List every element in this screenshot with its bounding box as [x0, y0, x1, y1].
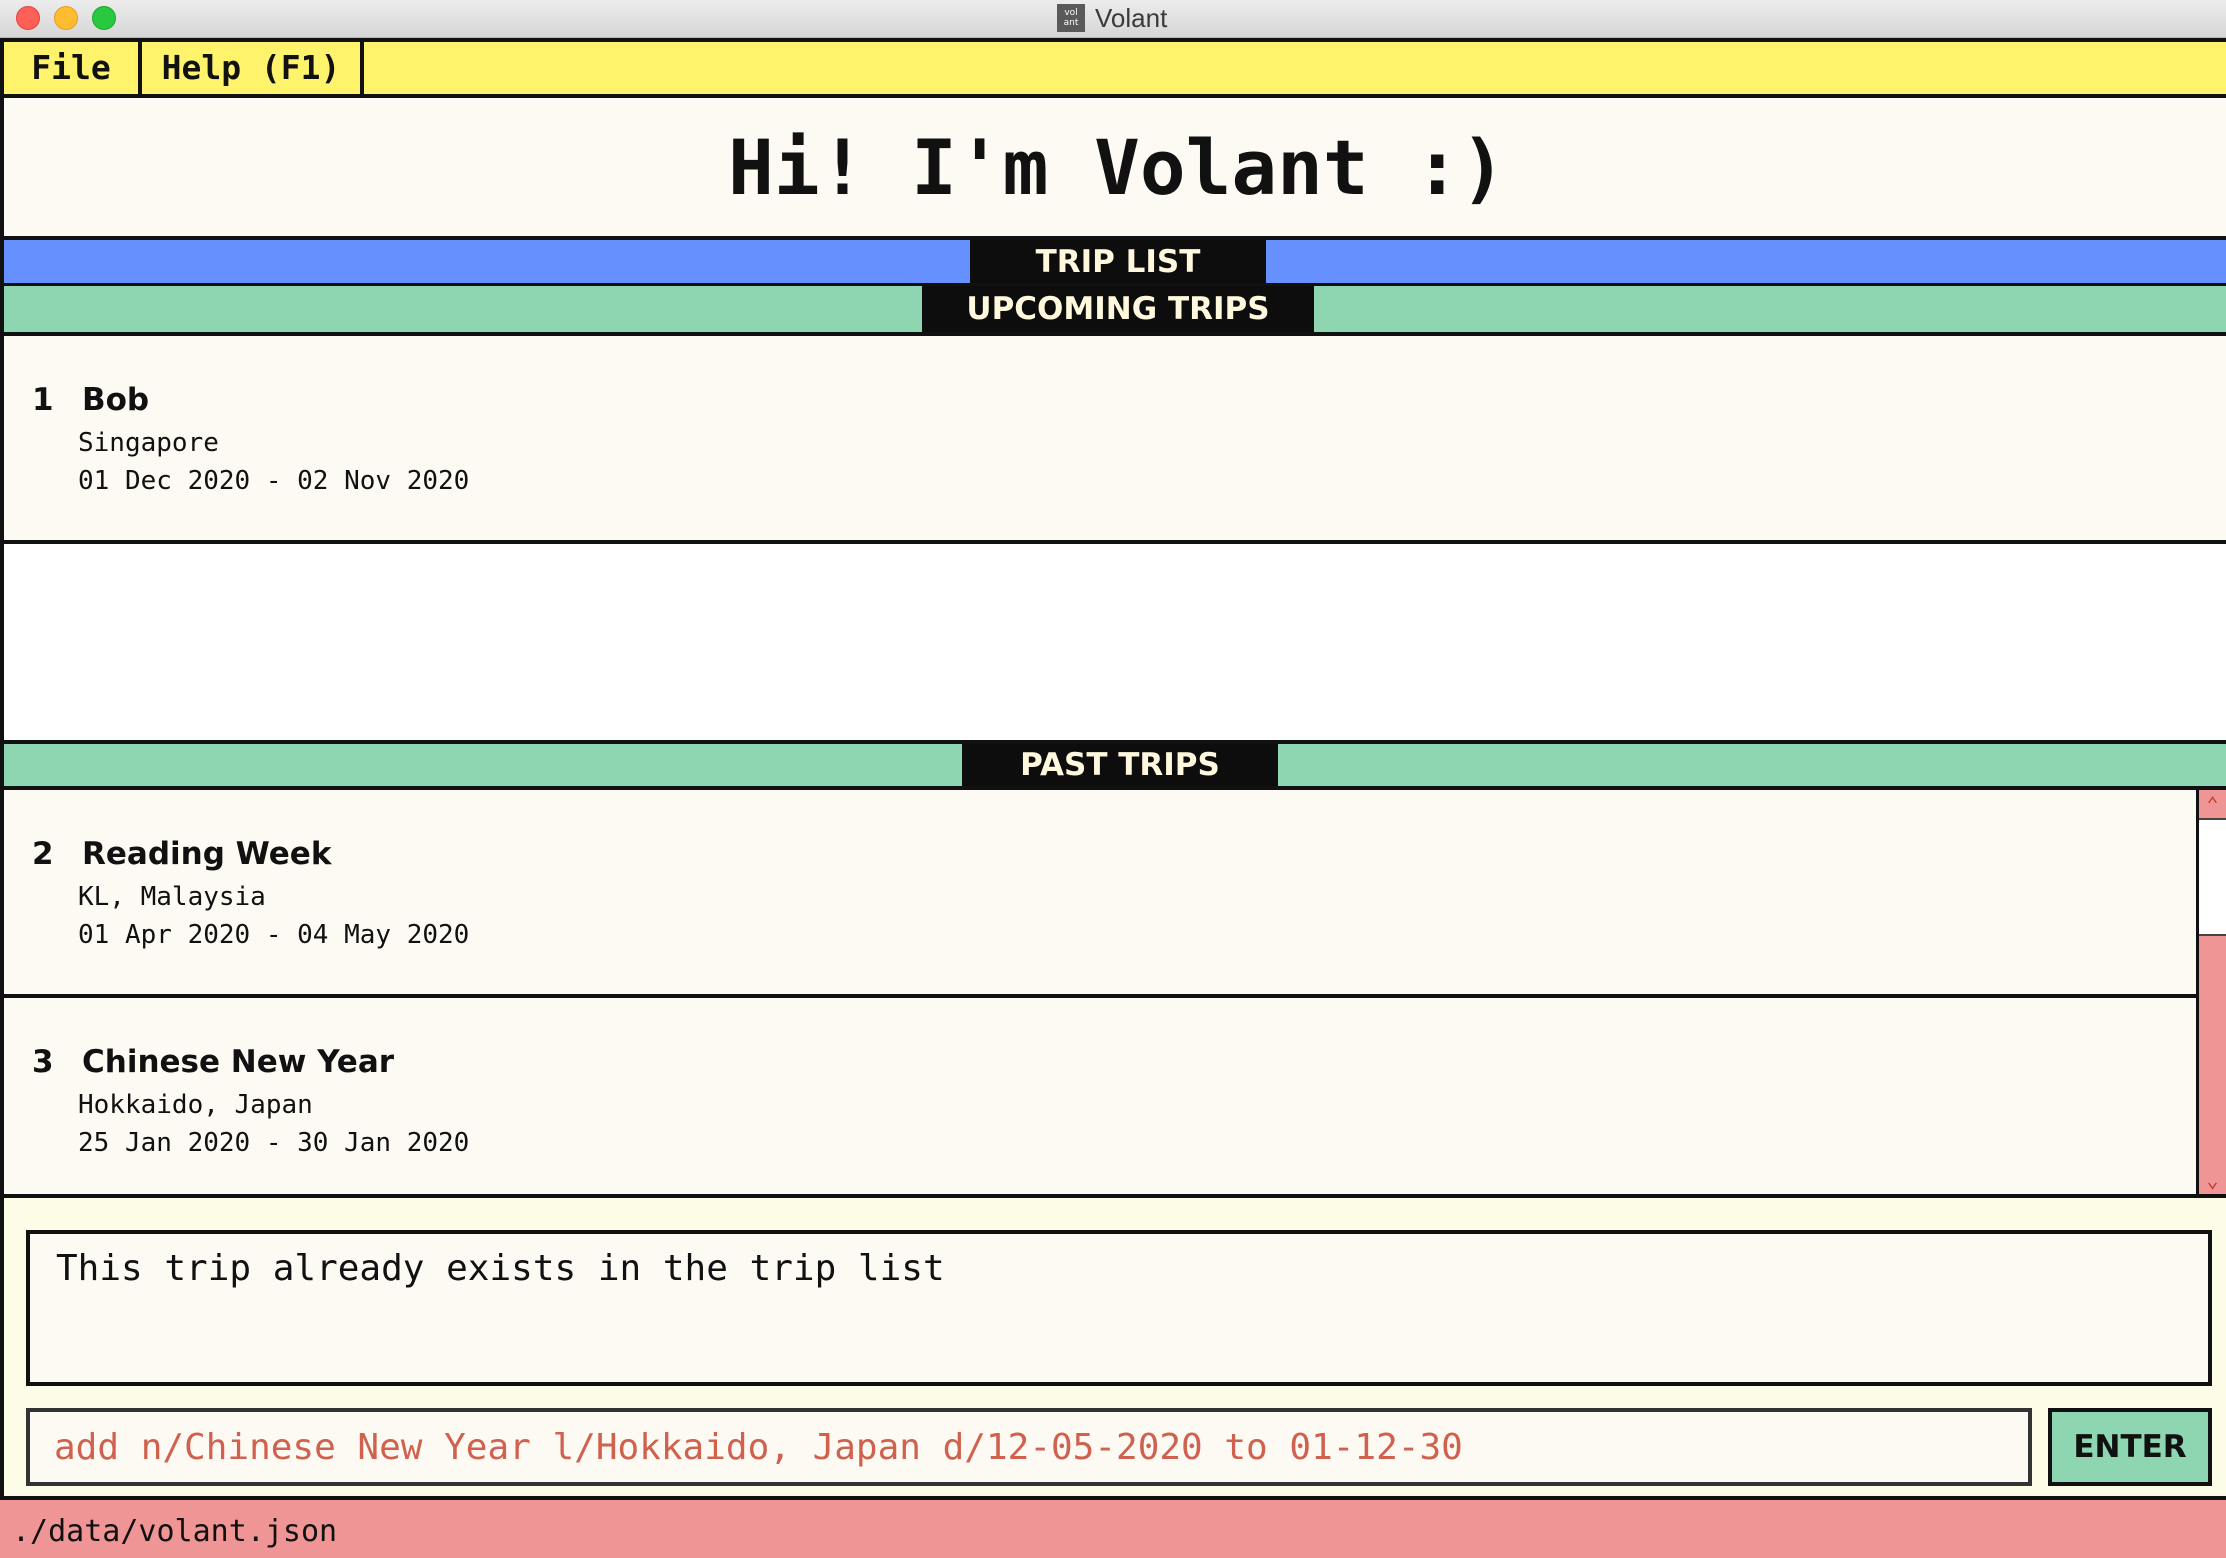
past-trips-scrollbar[interactable]: ⌃ ⌄ [2196, 790, 2226, 1194]
trip-dates: 25 Jan 2020 - 30 Jan 2020 [78, 1128, 470, 1158]
trip-index: 3 [32, 1044, 54, 1080]
upcoming-trips-list[interactable]: 1 Bob Singapore 01 Dec 2020 - 02 Nov 202… [0, 336, 2226, 740]
greeting-heading: Hi! I'm Volant :) [728, 123, 1506, 212]
minimize-window-button[interactable] [54, 6, 78, 30]
data-file-path: ./data/volant.json [12, 1514, 338, 1549]
close-window-button[interactable] [16, 6, 40, 30]
menu-help[interactable]: Help (F1) [142, 42, 364, 94]
result-message: This trip already exists in the trip lis… [56, 1248, 945, 1289]
window-titlebar: vol ant Volant [0, 0, 2226, 38]
app-icon: vol ant [1057, 4, 1085, 32]
past-trips-header: PAST TRIPS [0, 740, 2226, 790]
command-input[interactable] [26, 1408, 2032, 1486]
scroll-down-arrow-icon[interactable]: ⌄ [2199, 1166, 2226, 1194]
scroll-up-arrow-icon[interactable]: ⌃ [2199, 790, 2226, 818]
upcoming-trips-header: UPCOMING TRIPS [0, 286, 2226, 336]
scrollbar-thumb[interactable] [2199, 818, 2226, 936]
trip-card[interactable]: 2 Reading Week KL, Malaysia 01 Apr 2020 … [4, 790, 2196, 998]
status-bar: ./data/volant.json [0, 1496, 2226, 1558]
past-trips-list[interactable]: 2 Reading Week KL, Malaysia 01 Apr 2020 … [0, 790, 2196, 1194]
trip-location: Hokkaido, Japan [78, 1090, 313, 1120]
menu-file[interactable]: File [4, 42, 142, 94]
command-panel: This trip already exists in the trip lis… [0, 1194, 2226, 1496]
trip-name: Reading Week [82, 836, 332, 872]
enter-button[interactable]: ENTER [2048, 1408, 2212, 1486]
trip-name: Chinese New Year [82, 1044, 395, 1080]
trip-dates: 01 Dec 2020 - 02 Nov 2020 [78, 466, 470, 496]
result-display: This trip already exists in the trip lis… [26, 1230, 2212, 1386]
trip-location: KL, Malaysia [78, 882, 266, 912]
trip-card[interactable]: 1 Bob Singapore 01 Dec 2020 - 02 Nov 202… [4, 336, 2226, 544]
trip-index: 1 [32, 382, 54, 418]
window-title: Volant [1095, 3, 1168, 33]
menu-bar: File Help (F1) [0, 38, 2226, 98]
trip-card[interactable]: 3 Chinese New Year Hokkaido, Japan 25 Ja… [4, 998, 2196, 1194]
greeting-panel: Hi! I'm Volant :) [0, 98, 2226, 238]
past-trips-label: PAST TRIPS [962, 744, 1278, 786]
trip-index: 2 [32, 836, 54, 872]
maximize-window-button[interactable] [92, 6, 116, 30]
upcoming-trips-label: UPCOMING TRIPS [922, 286, 1314, 332]
trip-name: Bob [82, 382, 150, 418]
trip-list-header: TRIP LIST [0, 236, 2226, 286]
trip-list-label: TRIP LIST [970, 240, 1266, 283]
trip-dates: 01 Apr 2020 - 04 May 2020 [78, 920, 470, 950]
trip-location: Singapore [78, 428, 219, 458]
